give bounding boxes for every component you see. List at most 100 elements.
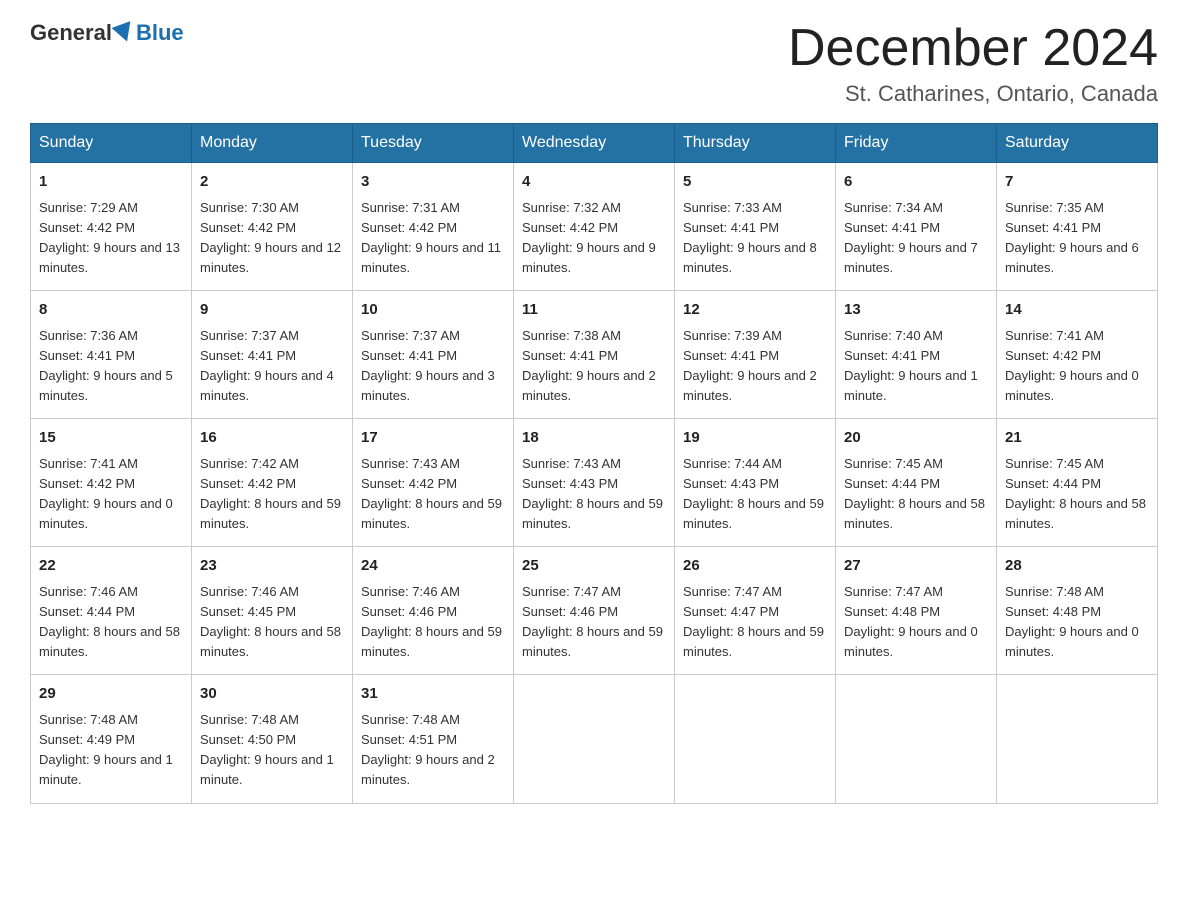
day-info: Sunrise: 7:47 AMSunset: 4:48 PMDaylight:… xyxy=(844,582,988,663)
calendar-cell: 30Sunrise: 7:48 AMSunset: 4:50 PMDayligh… xyxy=(192,675,353,803)
calendar-cell: 29 Sunrise: 7:48 AMSunset: 4:49 PMDayligh… xyxy=(31,675,192,803)
weekday-header-friday: Friday xyxy=(836,124,997,163)
calendar-cell xyxy=(836,675,997,803)
logo-triangle-icon xyxy=(111,21,136,45)
day-number: 1 xyxy=(39,171,183,194)
calendar-cell: 28 Sunrise: 7:48 AMSunset: 4:48 PMDayligh… xyxy=(997,547,1158,675)
day-info: Sunrise: 7:43 AMSunset: 4:42 PMDaylight:… xyxy=(361,454,505,535)
day-number: 15 xyxy=(39,427,183,450)
day-number: 16 xyxy=(200,427,344,450)
day-number: 31 xyxy=(361,683,505,706)
calendar-cell: 17 Sunrise: 7:43 AMSunset: 4:42 PMDayligh… xyxy=(353,419,514,547)
calendar-week-3: 15 Sunrise: 7:41 AMSunset: 4:42 PMDayligh… xyxy=(31,419,1158,547)
day-number: 19 xyxy=(683,427,827,450)
title-area: December 2024 St. Catharines, Ontario, C… xyxy=(788,20,1158,107)
day-number: 13 xyxy=(844,299,988,322)
day-number: 14 xyxy=(1005,299,1149,322)
weekday-header-monday: Monday xyxy=(192,124,353,163)
calendar-cell: 22Sunrise: 7:46 AMSunset: 4:44 PMDayligh… xyxy=(31,547,192,675)
day-number: 2 xyxy=(200,171,344,194)
day-info: Sunrise: 7:44 AMSunset: 4:43 PMDaylight:… xyxy=(683,454,827,535)
day-info: Sunrise: 7:46 AMSunset: 4:45 PMDaylight:… xyxy=(200,582,344,663)
day-info: Sunrise: 7:41 AMSunset: 4:42 PMDaylight:… xyxy=(39,454,183,535)
calendar-cell: 25 Sunrise: 7:47 AMSunset: 4:46 PMDayligh… xyxy=(514,547,675,675)
day-info: Sunrise: 7:45 AMSunset: 4:44 PMDaylight:… xyxy=(1005,454,1149,535)
calendar-cell: 26Sunrise: 7:47 AMSunset: 4:47 PMDayligh… xyxy=(675,547,836,675)
day-info: Sunrise: 7:33 AMSunset: 4:41 PMDaylight:… xyxy=(683,198,827,279)
weekday-header-thursday: Thursday xyxy=(675,124,836,163)
day-info: Sunrise: 7:39 AMSunset: 4:41 PMDaylight:… xyxy=(683,326,827,407)
day-info: Sunrise: 7:37 AMSunset: 4:41 PMDaylight:… xyxy=(361,326,505,407)
calendar-cell: 31 Sunrise: 7:48 AMSunset: 4:51 PMDayligh… xyxy=(353,675,514,803)
day-info: Sunrise: 7:29 AMSunset: 4:42 PMDaylight:… xyxy=(39,198,183,279)
logo-general-text: General xyxy=(30,20,112,46)
day-info: Sunrise: 7:46 AMSunset: 4:46 PMDaylight:… xyxy=(361,582,505,663)
day-number: 27 xyxy=(844,555,988,578)
month-title: December 2024 xyxy=(788,20,1158,77)
calendar-cell: 3 Sunrise: 7:31 AMSunset: 4:42 PMDaylight… xyxy=(353,163,514,291)
logo: General Blue xyxy=(30,20,184,46)
calendar-cell: 16 Sunrise: 7:42 AMSunset: 4:42 PMDayligh… xyxy=(192,419,353,547)
day-number: 17 xyxy=(361,427,505,450)
calendar-cell: 27 Sunrise: 7:47 AMSunset: 4:48 PMDayligh… xyxy=(836,547,997,675)
day-number: 22 xyxy=(39,555,183,578)
calendar-cell: 18Sunrise: 7:43 AMSunset: 4:43 PMDayligh… xyxy=(514,419,675,547)
calendar-cell: 19 Sunrise: 7:44 AMSunset: 4:43 PMDayligh… xyxy=(675,419,836,547)
calendar-cell: 12 Sunrise: 7:39 AMSunset: 4:41 PMDayligh… xyxy=(675,291,836,419)
day-info: Sunrise: 7:42 AMSunset: 4:42 PMDaylight:… xyxy=(200,454,344,535)
calendar-cell: 23Sunrise: 7:46 AMSunset: 4:45 PMDayligh… xyxy=(192,547,353,675)
day-number: 30 xyxy=(200,683,344,706)
day-info: Sunrise: 7:48 AMSunset: 4:49 PMDaylight:… xyxy=(39,710,183,791)
calendar-cell: 4 Sunrise: 7:32 AMSunset: 4:42 PMDaylight… xyxy=(514,163,675,291)
day-info: Sunrise: 7:35 AMSunset: 4:41 PMDaylight:… xyxy=(1005,198,1149,279)
day-number: 4 xyxy=(522,171,666,194)
day-number: 29 xyxy=(39,683,183,706)
calendar-cell xyxy=(675,675,836,803)
calendar-week-5: 29 Sunrise: 7:48 AMSunset: 4:49 PMDayligh… xyxy=(31,675,1158,803)
day-number: 28 xyxy=(1005,555,1149,578)
logo-blue-text: Blue xyxy=(136,20,184,46)
calendar-cell: 7 Sunrise: 7:35 AMSunset: 4:41 PMDaylight… xyxy=(997,163,1158,291)
day-info: Sunrise: 7:41 AMSunset: 4:42 PMDaylight:… xyxy=(1005,326,1149,407)
day-info: Sunrise: 7:48 AMSunset: 4:48 PMDaylight:… xyxy=(1005,582,1149,663)
calendar-cell: 21 Sunrise: 7:45 AMSunset: 4:44 PMDayligh… xyxy=(997,419,1158,547)
day-number: 20 xyxy=(844,427,988,450)
day-number: 11 xyxy=(522,299,666,322)
weekday-header-tuesday: Tuesday xyxy=(353,124,514,163)
day-info: Sunrise: 7:36 AMSunset: 4:41 PMDaylight:… xyxy=(39,326,183,407)
calendar-cell: 5 Sunrise: 7:33 AMSunset: 4:41 PMDaylight… xyxy=(675,163,836,291)
day-info: Sunrise: 7:48 AMSunset: 4:51 PMDaylight:… xyxy=(361,710,505,791)
day-info: Sunrise: 7:30 AMSunset: 4:42 PMDaylight:… xyxy=(200,198,344,279)
day-number: 9 xyxy=(200,299,344,322)
header: General Blue December 2024 St. Catharine… xyxy=(30,20,1158,107)
day-info: Sunrise: 7:31 AMSunset: 4:42 PMDaylight:… xyxy=(361,198,505,279)
calendar-cell: 15 Sunrise: 7:41 AMSunset: 4:42 PMDayligh… xyxy=(31,419,192,547)
day-info: Sunrise: 7:38 AMSunset: 4:41 PMDaylight:… xyxy=(522,326,666,407)
day-info: Sunrise: 7:32 AMSunset: 4:42 PMDaylight:… xyxy=(522,198,666,279)
calendar-cell: 2 Sunrise: 7:30 AMSunset: 4:42 PMDaylight… xyxy=(192,163,353,291)
calendar-cell: 13 Sunrise: 7:40 AMSunset: 4:41 PMDayligh… xyxy=(836,291,997,419)
calendar-cell: 10Sunrise: 7:37 AMSunset: 4:41 PMDayligh… xyxy=(353,291,514,419)
day-number: 25 xyxy=(522,555,666,578)
day-info: Sunrise: 7:47 AMSunset: 4:46 PMDaylight:… xyxy=(522,582,666,663)
day-info: Sunrise: 7:45 AMSunset: 4:44 PMDaylight:… xyxy=(844,454,988,535)
day-number: 7 xyxy=(1005,171,1149,194)
day-number: 5 xyxy=(683,171,827,194)
day-info: Sunrise: 7:47 AMSunset: 4:47 PMDaylight:… xyxy=(683,582,827,663)
calendar-cell: 14 Sunrise: 7:41 AMSunset: 4:42 PMDayligh… xyxy=(997,291,1158,419)
calendar-cell: 24 Sunrise: 7:46 AMSunset: 4:46 PMDayligh… xyxy=(353,547,514,675)
day-number: 3 xyxy=(361,171,505,194)
calendar-cell xyxy=(514,675,675,803)
day-number: 12 xyxy=(683,299,827,322)
day-number: 21 xyxy=(1005,427,1149,450)
calendar-cell: 6Sunrise: 7:34 AMSunset: 4:41 PMDaylight… xyxy=(836,163,997,291)
calendar-cell: 9Sunrise: 7:37 AMSunset: 4:41 PMDaylight… xyxy=(192,291,353,419)
calendar-cell: 20 Sunrise: 7:45 AMSunset: 4:44 PMDayligh… xyxy=(836,419,997,547)
day-number: 18 xyxy=(522,427,666,450)
day-number: 24 xyxy=(361,555,505,578)
calendar-week-4: 22Sunrise: 7:46 AMSunset: 4:44 PMDayligh… xyxy=(31,547,1158,675)
location-title: St. Catharines, Ontario, Canada xyxy=(788,81,1158,107)
day-info: Sunrise: 7:40 AMSunset: 4:41 PMDaylight:… xyxy=(844,326,988,407)
calendar-cell: 11 Sunrise: 7:38 AMSunset: 4:41 PMDayligh… xyxy=(514,291,675,419)
day-number: 8 xyxy=(39,299,183,322)
